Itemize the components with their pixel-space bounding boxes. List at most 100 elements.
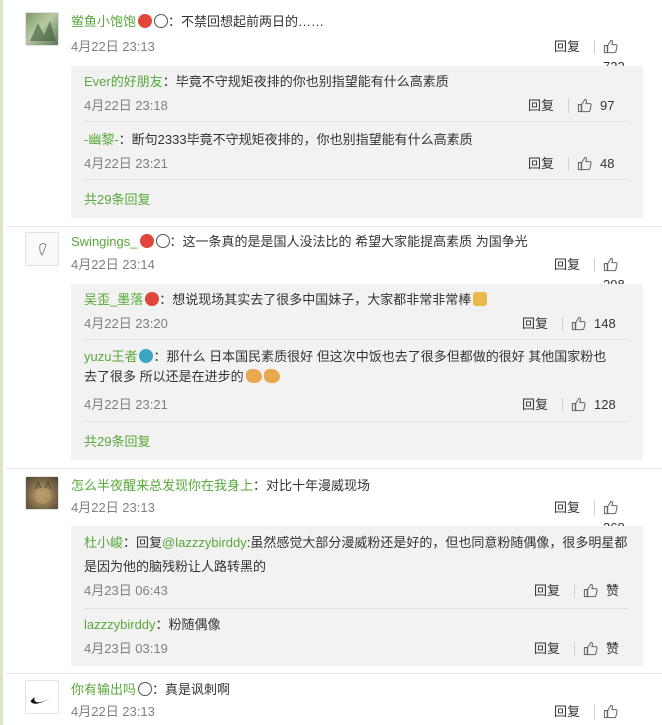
comment-page: 鲎鱼小饱饱 ：不禁回想起前两日的…… 4月22日 23:13 回复 722 Eve… (0, 0, 662, 725)
swoosh-logo-icon (30, 695, 56, 704)
divider (574, 584, 575, 598)
divider (594, 40, 595, 54)
divider (574, 642, 575, 656)
reply-button[interactable]: 回复 (554, 702, 580, 722)
timestamp: 4月22日 23:13 (71, 39, 155, 54)
divider (84, 339, 629, 340)
timestamp: 4月22日 23:13 (71, 704, 155, 719)
username-link[interactable]: Swingings_ (71, 234, 138, 249)
reply-button[interactable]: 回复 (528, 96, 554, 116)
comment-meta: 4月22日 23:14 回复 298 (71, 255, 645, 292)
reply-meta: 4月22日 23:20 回复 148 (84, 314, 629, 334)
thumbs-up-icon (583, 583, 598, 598)
reply-text-continued: 是因为他的脑残粉让人路转黑的 (84, 559, 267, 574)
avatar[interactable] (25, 476, 59, 510)
like-button[interactable]: 赞 (583, 581, 619, 601)
reply-text: ：回复 (123, 535, 163, 550)
divider (562, 317, 563, 331)
divider (594, 258, 595, 272)
timestamp: 4月22日 23:21 (84, 156, 168, 171)
username-link[interactable]: 吴歪_墨落 (84, 292, 143, 307)
more-replies-link[interactable]: 共29条回复 (84, 190, 150, 210)
reply-button[interactable]: 回复 (554, 255, 580, 275)
reply-text-continued: 去了很多 所以还是在进步的 (84, 369, 244, 384)
username-link[interactable]: Ever的好朋友 (84, 74, 163, 89)
username-link[interactable]: 杜小峻 (84, 535, 123, 550)
username-link[interactable]: yuzu王者 (84, 349, 137, 364)
comment-separator (6, 226, 662, 227)
panda-emoji-icon (155, 234, 170, 248)
like-button[interactable]: 202 (603, 702, 645, 725)
reply-text: ：粉随偶像 (155, 617, 221, 632)
like-count: 148 (594, 316, 616, 331)
reply-button[interactable]: 回复 (554, 37, 580, 57)
reply-button[interactable]: 回复 (554, 498, 580, 518)
like-button[interactable]: 128 (571, 395, 616, 415)
like-button[interactable]: 48 (577, 154, 614, 174)
reply-item: yuzu王者 ：那什么 日本国民素质很好 但这次中饭也去了很多但都做的很好 其他国… (84, 347, 629, 417)
like-count: 97 (600, 98, 615, 113)
like-label: 赞 (606, 641, 620, 656)
reply-button[interactable]: 回复 (522, 395, 548, 415)
comment-text: ：不禁回想起前两日的…… (168, 14, 325, 29)
thumbs-up-icon (583, 641, 598, 656)
timestamp: 4月22日 23:14 (71, 257, 155, 272)
like-button[interactable]: 97 (577, 96, 614, 116)
divider (594, 705, 595, 719)
reply-meta: 4月23日 03:19 回复 赞 (84, 639, 629, 659)
comment-body: Swingings_ ：这一条真的是是国人没法比的 希望大家能提高素质 为国争光 … (71, 232, 645, 292)
panda-emoji-icon (154, 14, 169, 28)
thumbs-up-icon (571, 316, 586, 331)
reply-button[interactable]: 回复 (528, 154, 554, 174)
thumbs-up-icon (577, 98, 592, 113)
thumbs-up-icon (603, 704, 618, 719)
heart-emoji-icon (145, 292, 160, 306)
like-count: 128 (594, 397, 616, 412)
mention-link[interactable]: @lazzzybirddy (162, 535, 247, 550)
person-emoji-icon (473, 292, 488, 306)
reply-box: Ever的好朋友：毕竟不守规矩夜排的你也别指望能有什么高素质 4月22日 23:… (71, 66, 643, 218)
reply-button[interactable]: 回复 (534, 581, 560, 601)
divider (84, 608, 629, 609)
timestamp: 4月22日 23:13 (71, 500, 155, 515)
avatar[interactable] (25, 232, 59, 266)
more-replies-link[interactable]: 共29条回复 (84, 432, 150, 452)
avatar[interactable] (25, 12, 59, 46)
comment-text: ：对比十年漫威现场 (253, 478, 371, 493)
comment-meta: 4月22日 23:13 回复 202 (71, 702, 645, 725)
strong-arm-emoji-icon (263, 369, 280, 383)
timestamp: 4月23日 03:19 (84, 641, 168, 656)
comment-text: ：真是讽刺啊 (152, 682, 231, 697)
reply-text-after-mention: :虽然感觉大部分漫威粉还是好的，但也同意粉随偶像，很多明星都 (246, 535, 628, 550)
timestamp: 4月23日 06:43 (84, 583, 168, 598)
comment-text: ：这一条真的是是国人没法比的 希望大家能提高素质 为国争光 (169, 234, 528, 249)
username-link[interactable]: -幽黎- (84, 132, 119, 147)
reply-item: 吴歪_墨落 ：想说现场其实去了很多中国妹子，大家都非常非常棒 4月22日 23:2… (84, 290, 629, 334)
like-label: 赞 (606, 583, 620, 598)
divider (562, 398, 563, 412)
thumbs-up-icon (603, 39, 618, 54)
reply-meta: 4月22日 23:18 回复 97 (84, 96, 629, 116)
comment-item: 你有输出吗 ：真是讽刺啊 4月22日 23:13 回复 202 (25, 680, 645, 725)
avatar[interactable] (25, 680, 59, 714)
panda-emoji-icon (138, 682, 153, 696)
like-button[interactable]: 赞 (583, 639, 619, 659)
heart-emoji-icon (139, 234, 154, 248)
reply-meta: 4月23日 06:43 回复 赞 (84, 581, 629, 601)
heart-emoji-icon (138, 14, 153, 28)
username-link[interactable]: 怎么半夜醒来总发现你在我身上 (71, 478, 253, 493)
thumbs-up-icon (603, 500, 618, 515)
divider (84, 179, 629, 180)
username-link[interactable]: 你有输出吗 (71, 682, 136, 697)
username-link[interactable]: 鲎鱼小饱饱 (71, 14, 136, 29)
comment-separator (6, 468, 662, 469)
reply-item: 杜小峻：回复@lazzzybirddy:虽然感觉大部分漫威粉还是好的，但也同意粉… (84, 533, 629, 603)
thumbs-up-icon (571, 397, 586, 412)
username-link[interactable]: lazzzybirddy (84, 617, 156, 632)
reply-item: lazzzybirddy：粉随偶像 4月23日 03:19 回复 赞 (84, 615, 629, 659)
reply-button[interactable]: 回复 (522, 314, 548, 334)
like-button[interactable]: 148 (571, 314, 616, 334)
reply-button[interactable]: 回复 (534, 639, 560, 659)
reply-meta: 4月22日 23:21 回复 128 (84, 395, 629, 415)
reply-box: 吴歪_墨落 ：想说现场其实去了很多中国妹子，大家都非常非常棒 4月22日 23:2… (71, 284, 643, 460)
